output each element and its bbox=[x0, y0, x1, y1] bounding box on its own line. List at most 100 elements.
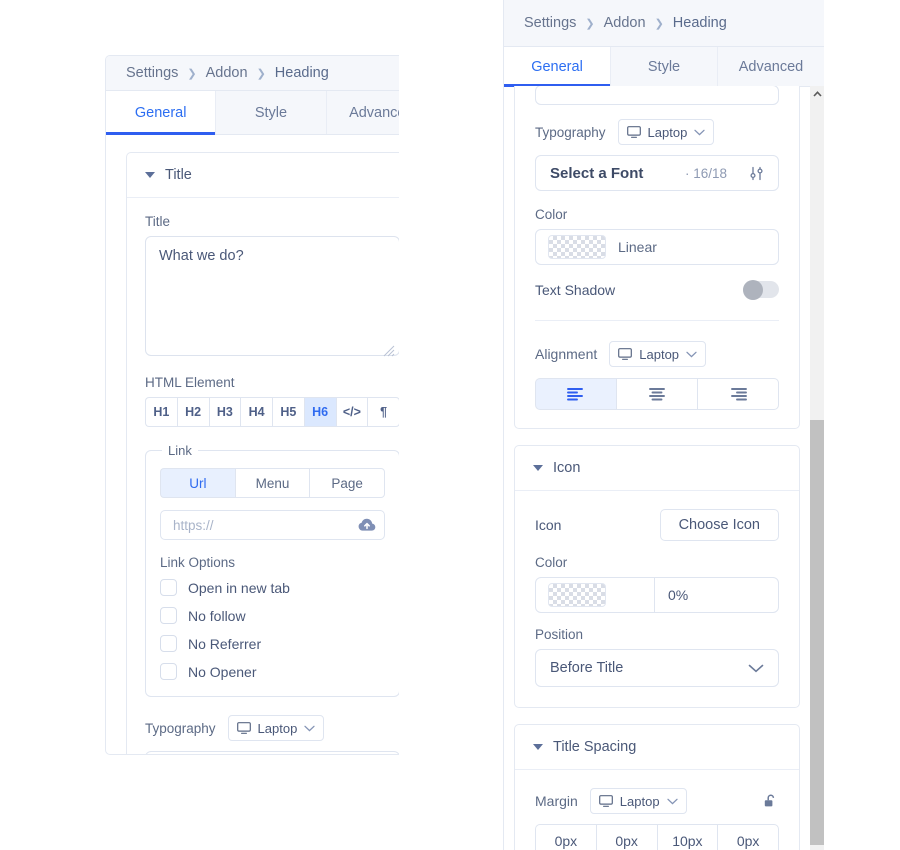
icon-position-select[interactable]: Before Title bbox=[535, 649, 779, 687]
unlock-icon[interactable] bbox=[764, 794, 777, 809]
tab-style[interactable]: Style bbox=[216, 91, 327, 134]
checkbox-no-opener[interactable] bbox=[160, 663, 177, 680]
margin-left-input[interactable]: 0px bbox=[717, 824, 779, 850]
device-selector-typography[interactable]: Laptop bbox=[227, 715, 325, 741]
breadcrumb: Settings ❯ Addon ❯ Heading bbox=[106, 56, 399, 91]
breadcrumb-item-addon[interactable]: Addon bbox=[604, 15, 646, 31]
text-shadow-toggle[interactable] bbox=[743, 279, 779, 300]
link-tab-url[interactable]: Url bbox=[160, 468, 235, 498]
checkbox-row-no-referrer[interactable]: No Referrer bbox=[160, 635, 385, 652]
title-section-card: Title Title HTML Element H1 H2 H3 H4 H5 bbox=[126, 152, 399, 754]
breadcrumb-item-settings[interactable]: Settings bbox=[126, 65, 178, 81]
chevron-down-icon bbox=[304, 725, 315, 732]
link-tab-page[interactable]: Page bbox=[309, 468, 386, 498]
sliders-icon[interactable] bbox=[749, 166, 764, 181]
text-shadow-row: Text Shadow bbox=[535, 279, 779, 300]
alignment-row: Alignment Laptop bbox=[535, 341, 779, 367]
html-element-h5[interactable]: H5 bbox=[272, 397, 304, 427]
title-field-label: Title bbox=[145, 214, 171, 229]
margin-right-input[interactable]: 0px bbox=[595, 824, 657, 850]
choose-icon-button[interactable]: Choose Icon bbox=[659, 509, 779, 541]
title-spacing-section-label: Title Spacing bbox=[553, 739, 637, 755]
html-element-h3[interactable]: H3 bbox=[208, 397, 241, 427]
breadcrumb-item-addon[interactable]: Addon bbox=[206, 65, 248, 81]
alignment-label: Alignment bbox=[535, 346, 598, 362]
font-select-control[interactable]: Select a Font · 16/18 bbox=[535, 155, 779, 191]
margin-inputs: 0px 0px 10px 0px bbox=[535, 824, 779, 850]
device-selector-label: Laptop bbox=[639, 346, 680, 362]
icon-position-label: Position bbox=[535, 627, 584, 642]
align-right-icon bbox=[731, 388, 747, 401]
tab-general[interactable]: General bbox=[504, 47, 611, 87]
typography-label: Typography bbox=[535, 124, 606, 140]
device-selector-margin[interactable]: Laptop bbox=[589, 788, 687, 814]
checkbox-label-no-referrer: No Referrer bbox=[188, 635, 262, 652]
typography-row: Typography Laptop bbox=[535, 119, 779, 145]
icon-color-swatch-cell[interactable] bbox=[536, 578, 655, 612]
tab-bar: General Style Advanced bbox=[504, 47, 824, 87]
scrollbar-thumb[interactable] bbox=[810, 420, 824, 845]
tab-advanced[interactable]: Advanced bbox=[327, 91, 399, 134]
html-element-h2[interactable]: H2 bbox=[176, 397, 209, 427]
tab-general[interactable]: General bbox=[106, 91, 217, 135]
checkbox-no-follow[interactable] bbox=[160, 607, 177, 624]
device-selector-typography[interactable]: Laptop bbox=[617, 119, 715, 145]
link-options-label: Link Options bbox=[160, 555, 236, 570]
title-textarea[interactable] bbox=[145, 236, 399, 356]
align-left-icon bbox=[567, 388, 583, 401]
monitor-icon bbox=[626, 126, 641, 138]
html-element-paragraph[interactable]: ¶ bbox=[367, 397, 399, 427]
right-settings-panel: Settings ❯ Addon ❯ Heading General Style… bbox=[503, 0, 824, 850]
html-element-h4[interactable]: H4 bbox=[240, 397, 272, 427]
margin-top-input[interactable]: 0px bbox=[535, 824, 596, 850]
checkbox-open-in-new-tab[interactable] bbox=[160, 579, 177, 596]
device-selector-label: Laptop bbox=[619, 793, 660, 809]
title-section-label: Title bbox=[165, 167, 192, 183]
checkbox-no-referrer[interactable] bbox=[160, 635, 177, 652]
html-element-segmented-control: H1 H2 H3 H4 H5 H6 </> ¶ bbox=[145, 397, 399, 427]
margin-row: Margin Laptop bbox=[535, 788, 779, 814]
icon-position-value: Before Title bbox=[550, 660, 624, 676]
left-settings-panel: Settings ❯ Addon ❯ Heading General Style… bbox=[105, 55, 399, 755]
align-center-button[interactable] bbox=[616, 378, 697, 410]
font-select-control[interactable]: Select a Font · 16/18 bbox=[145, 751, 399, 754]
link-tab-menu[interactable]: Menu bbox=[234, 468, 310, 498]
html-element-h1[interactable]: H1 bbox=[145, 397, 177, 427]
color-picker-control[interactable]: Linear bbox=[535, 229, 779, 265]
icon-section-header[interactable]: Icon bbox=[515, 446, 799, 491]
breadcrumb-item-settings[interactable]: Settings bbox=[524, 15, 576, 31]
cloud-upload-icon[interactable] bbox=[358, 518, 376, 532]
title-spacing-section-card: Title Spacing Margin Laptop 0px 0px 10px… bbox=[514, 724, 800, 850]
breadcrumb-separator-icon: ❯ bbox=[585, 17, 595, 30]
title-section-header[interactable]: Title bbox=[127, 153, 399, 198]
tab-advanced[interactable]: Advanced bbox=[718, 47, 824, 86]
margin-bottom-input[interactable]: 10px bbox=[656, 824, 718, 850]
breadcrumb-separator-icon: ❯ bbox=[256, 67, 266, 80]
tab-style[interactable]: Style bbox=[611, 47, 718, 86]
color-swatch-transparent[interactable] bbox=[548, 235, 606, 259]
color-swatch-transparent[interactable] bbox=[548, 583, 606, 607]
scrollbar-up-arrow[interactable] bbox=[810, 86, 824, 102]
monitor-icon bbox=[618, 348, 633, 360]
typography-section-card: Typography Laptop Select a Font · 16/18 … bbox=[514, 86, 800, 429]
checkbox-row-open-in-new-tab[interactable]: Open in new tab bbox=[160, 579, 385, 596]
align-right-button[interactable] bbox=[697, 378, 779, 410]
breadcrumb-item-heading[interactable]: Heading bbox=[673, 15, 727, 31]
monitor-icon bbox=[598, 795, 613, 807]
checkbox-row-no-follow[interactable]: No follow bbox=[160, 607, 385, 624]
icon-opacity-value[interactable]: 0% bbox=[655, 578, 778, 612]
typography-row: Typography Laptop bbox=[145, 715, 399, 741]
url-input[interactable] bbox=[160, 510, 385, 540]
link-type-segmented-control: Url Menu Page bbox=[160, 468, 386, 498]
checkbox-row-no-opener[interactable]: No Opener bbox=[160, 663, 385, 680]
device-selector-alignment[interactable]: Laptop bbox=[609, 341, 707, 367]
font-name-label: Select a Font bbox=[550, 164, 644, 182]
html-element-div-code[interactable]: </> bbox=[335, 397, 368, 427]
align-left-button[interactable] bbox=[535, 378, 616, 410]
breadcrumb-item-heading[interactable]: Heading bbox=[275, 65, 329, 81]
settings-scroll-area: Typography Laptop Select a Font · 16/18 … bbox=[504, 86, 810, 850]
html-element-h6[interactable]: H6 bbox=[303, 397, 336, 427]
monitor-icon bbox=[236, 722, 251, 734]
toggle-knob bbox=[743, 279, 763, 300]
title-spacing-section-header[interactable]: Title Spacing bbox=[515, 725, 799, 770]
